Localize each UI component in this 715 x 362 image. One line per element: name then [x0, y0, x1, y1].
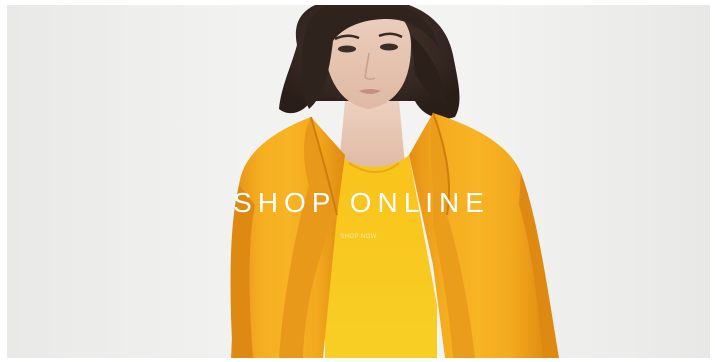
shop-online-banner[interactable]: SHOP ONLINE SHOP NOW [7, 5, 710, 358]
shop-now-caption[interactable]: SHOP NOW [7, 234, 710, 240]
model-in-yellow-blazer-photo [230, 5, 559, 358]
page: SHOP ONLINE SHOP NOW [0, 0, 715, 362]
headline-text: SHOP ONLINE [233, 187, 490, 218]
